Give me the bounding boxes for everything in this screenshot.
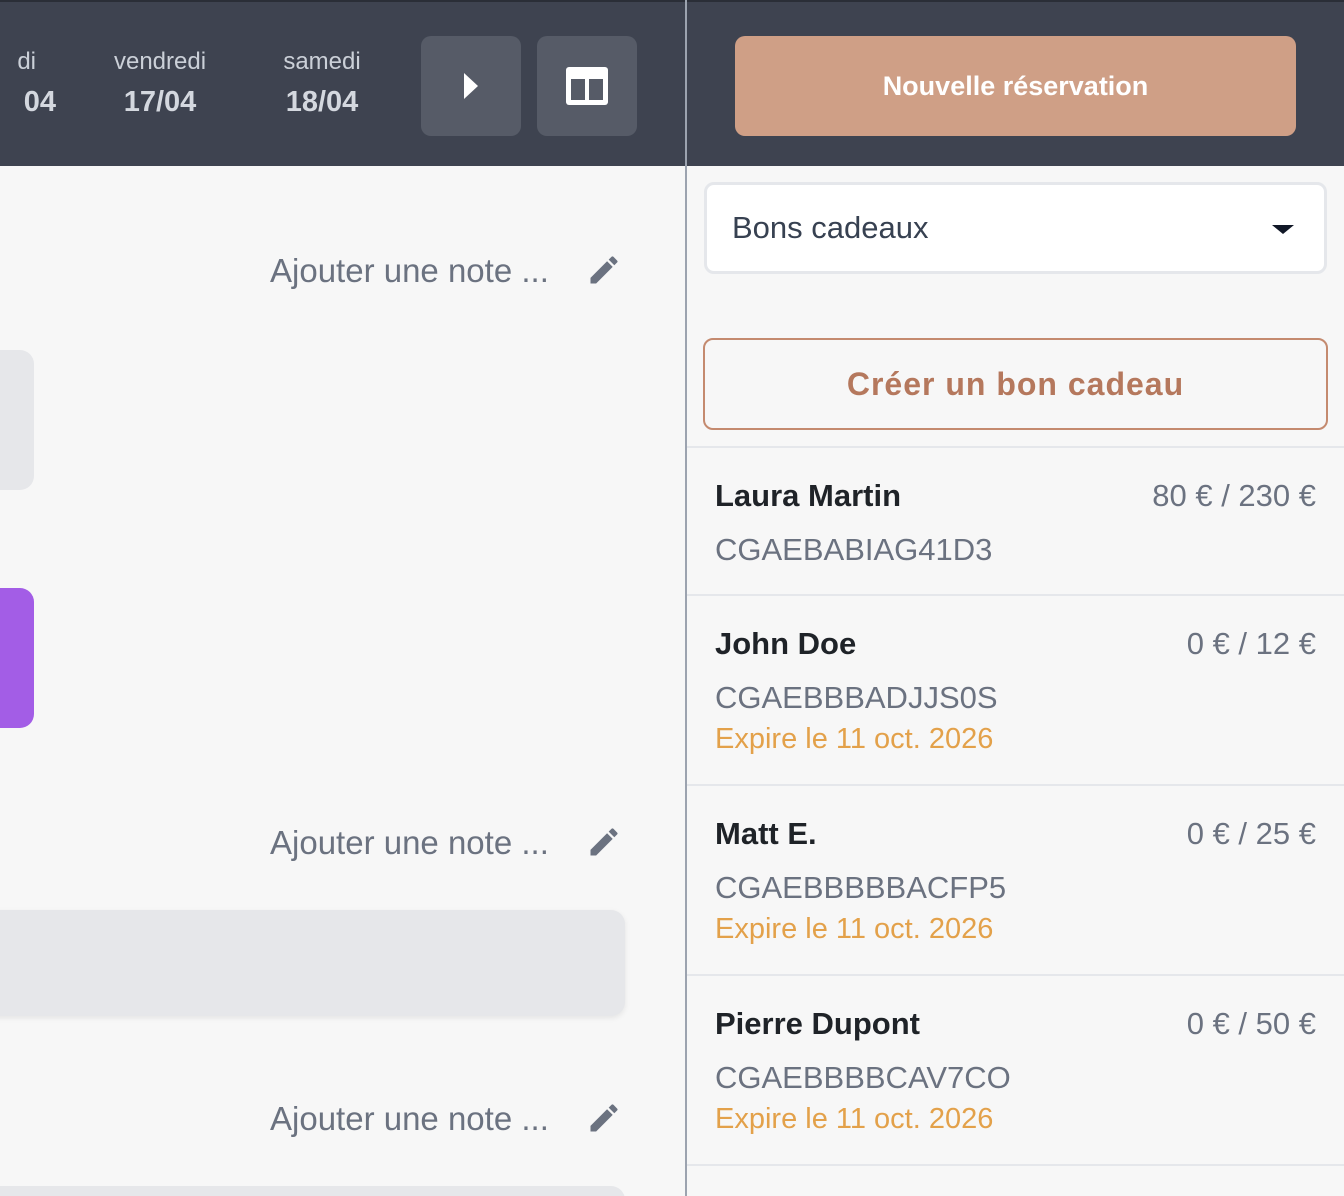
play-triangle-icon <box>464 73 478 99</box>
voucher-list-item[interactable]: Matt E. 0 € / 25 € CGAEBBBBBACFP5 Expire… <box>686 784 1344 976</box>
split-view-icon <box>566 67 608 105</box>
sidebar-filter-value: Bons cadeaux <box>732 210 929 245</box>
chevron-down-icon <box>1272 225 1294 234</box>
add-note-placeholder: Ajouter une note ... <box>270 252 549 289</box>
day-name: samedi <box>283 48 361 75</box>
voucher-expiry: Expire le 11 oct. 2026 <box>715 723 994 755</box>
voucher-list-item[interactable]: Laura Martin 80 € / 230 € CGAEBABIAG41D3 <box>686 446 1344 596</box>
voucher-list-item[interactable]: John Doe 0 € / 12 € CGAEBBBADJJS0S Expir… <box>686 594 1344 786</box>
add-note-row[interactable]: Ajouter une note ... <box>270 818 630 868</box>
calendar-header: di 04 vendredi 17/04 samedi 18/04 <box>0 0 686 166</box>
pencil-icon[interactable] <box>586 1100 622 1136</box>
calendar-event[interactable] <box>0 1186 625 1196</box>
voucher-client-name: Pierre Dupont <box>715 1006 920 1041</box>
voucher-code: CGAEBABIAG41D3 <box>715 532 993 567</box>
day-date: 04 <box>23 86 56 118</box>
day-column-header[interactable]: vendredi 17/04 <box>105 48 215 119</box>
voucher-client-name: Laura Martin <box>715 478 902 513</box>
voucher-code: CGAEBBBBBACFP5 <box>715 870 1007 905</box>
voucher-amount: 80 € / 230 € <box>1152 478 1316 513</box>
calendar-event[interactable] <box>0 910 625 1016</box>
new-booking-button[interactable]: Nouvelle réservation <box>735 36 1296 136</box>
voucher-code: CGAEBBBADJJS0S <box>715 680 998 715</box>
day-date: 18/04 <box>285 86 359 118</box>
voucher-code: CGAEBBBBCAV7CO <box>715 1060 1011 1095</box>
list-divider <box>686 1164 1344 1166</box>
voucher-expiry: Expire le 11 oct. 2026 <box>715 913 994 945</box>
day-date: 17/04 <box>123 86 197 118</box>
add-note-placeholder: Ajouter une note ... <box>270 1100 549 1137</box>
voucher-amount: 0 € / 12 € <box>1186 626 1316 661</box>
calendar-event[interactable] <box>0 588 34 728</box>
add-note-row[interactable]: Ajouter une note ... <box>270 1094 630 1144</box>
voucher-client-name: John Doe <box>715 626 857 661</box>
voucher-amount: 0 € / 25 € <box>1186 816 1316 851</box>
calendar-event[interactable] <box>0 350 34 490</box>
voucher-client-name: Matt E. <box>715 816 817 851</box>
sidebar-filter-select[interactable]: Bons cadeaux <box>704 182 1327 274</box>
day-name: di <box>17 48 36 75</box>
voucher-amount: 0 € / 50 € <box>1186 1006 1316 1041</box>
sidebar-pane: Nouvelle réservation Bons cadeaux Créer … <box>686 0 1344 1196</box>
add-note-placeholder: Ajouter une note ... <box>270 824 549 861</box>
voucher-list-item[interactable]: Pierre Dupont 0 € / 50 € CGAEBBBBCAV7CO … <box>686 974 1344 1166</box>
sidebar-header: Nouvelle réservation <box>686 0 1344 166</box>
create-voucher-button[interactable]: Créer un bon cadeau <box>703 338 1328 430</box>
toggle-layout-button[interactable] <box>537 36 637 136</box>
voucher-expiry: Expire le 11 oct. 2026 <box>715 1103 994 1135</box>
next-week-button[interactable] <box>421 36 521 136</box>
pane-divider[interactable] <box>685 0 687 1196</box>
add-note-row[interactable]: Ajouter une note ... <box>270 246 630 296</box>
calendar-pane: di 04 vendredi 17/04 samedi 18/04 Ajoute… <box>0 0 686 1196</box>
day-column-header[interactable]: samedi 18/04 <box>272 48 372 119</box>
pencil-icon[interactable] <box>586 824 622 860</box>
day-column-header[interactable]: di 04 <box>0 48 60 119</box>
day-name: vendredi <box>113 48 207 75</box>
pencil-icon[interactable] <box>586 252 622 288</box>
